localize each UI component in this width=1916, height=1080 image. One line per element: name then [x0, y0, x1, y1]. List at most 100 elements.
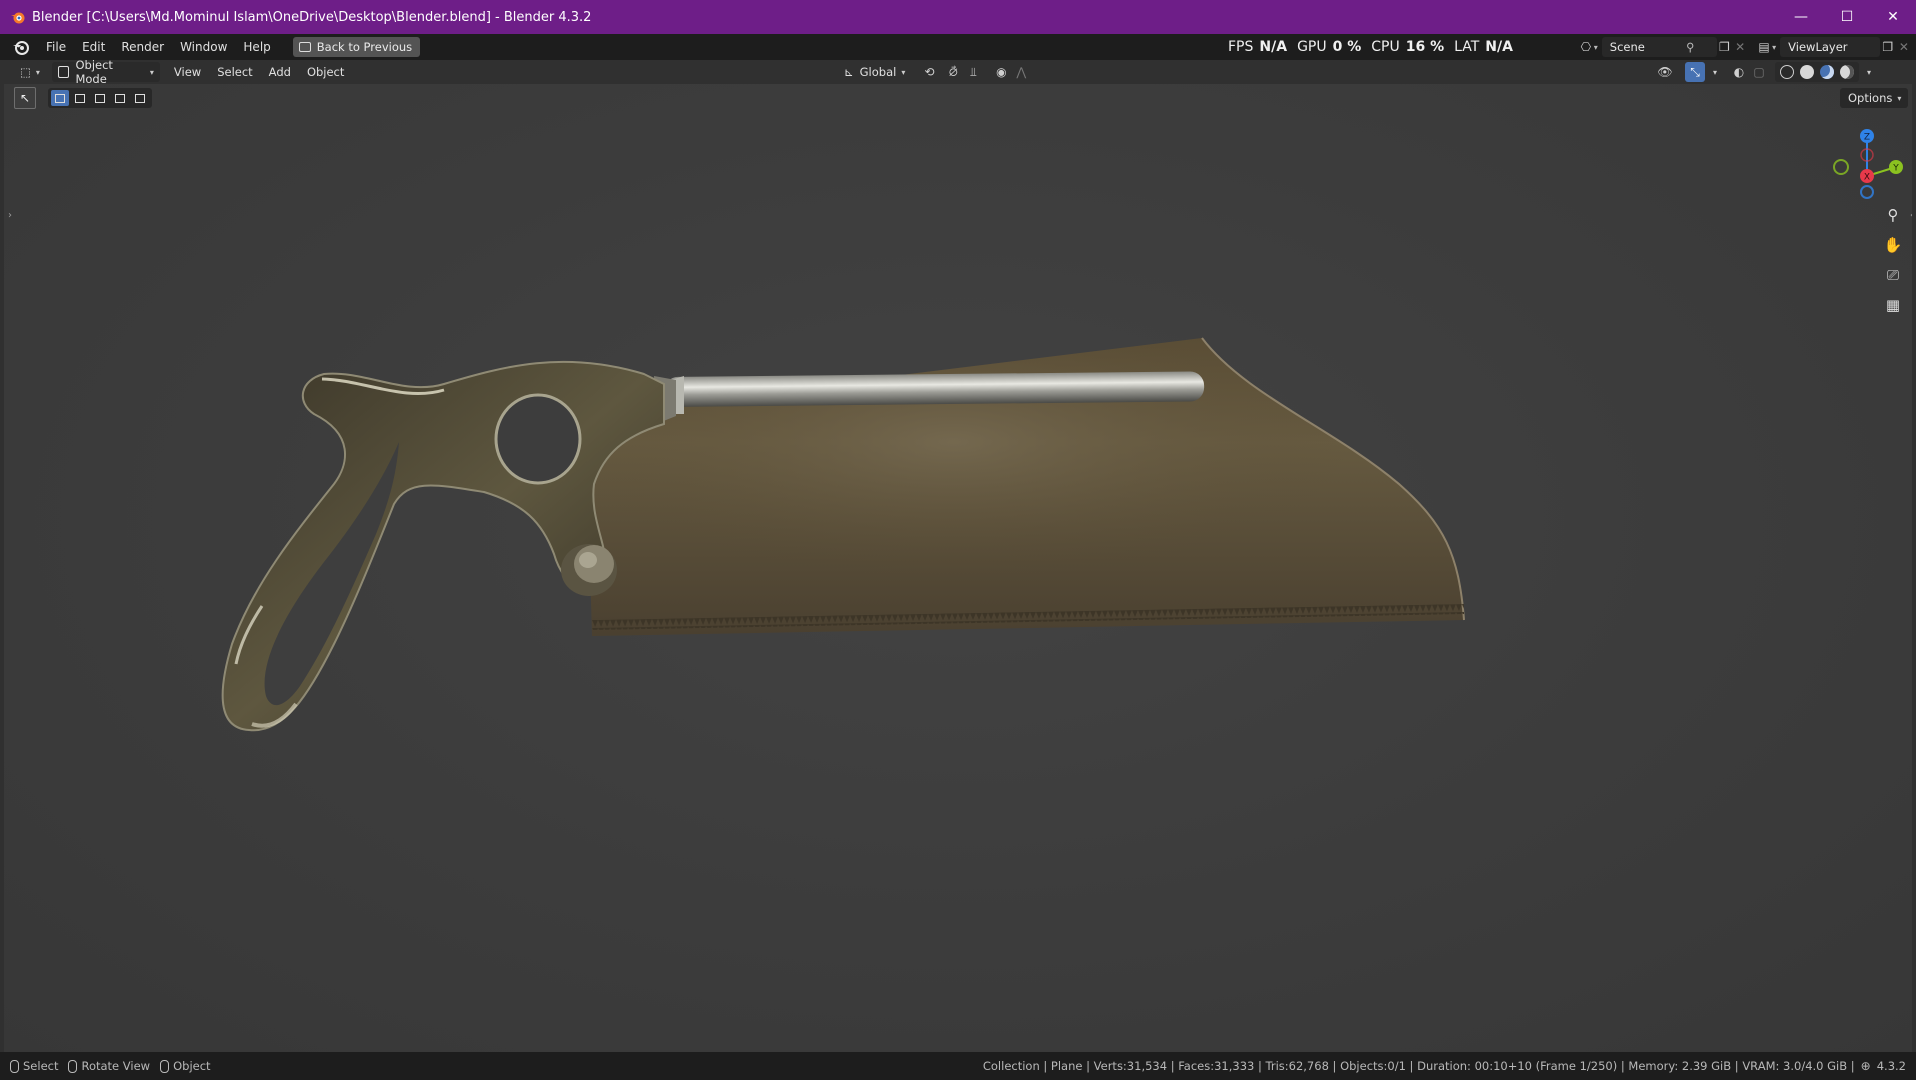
lat-label: LAT: [1454, 39, 1480, 55]
remove-view-layer-icon[interactable]: ✕: [1896, 38, 1912, 56]
falloff-icon[interactable]: ⋀: [1011, 62, 1031, 82]
menu-select[interactable]: Select: [211, 62, 258, 82]
blender-menu-icon[interactable]: [12, 38, 30, 56]
visibility-icon[interactable]: 👁: [1655, 62, 1675, 82]
wireframe-shading-icon[interactable]: [1780, 65, 1794, 79]
select-invert-icon[interactable]: [111, 90, 129, 106]
menu-window[interactable]: Window: [172, 34, 235, 60]
sidebar-expand-icon[interactable]: ‹: [1910, 210, 1912, 221]
back-to-previous-button[interactable]: Back to Previous: [292, 37, 421, 57]
shading-dropdown-icon[interactable]: ▾: [1859, 62, 1879, 82]
menu-edit[interactable]: Edit: [74, 34, 113, 60]
view-layer-selector: ▤ ▾ ViewLayer ❐ ✕: [1756, 37, 1912, 57]
window-titlebar: Blender [C:\Users\Md.Mominul Islam\OneDr…: [0, 0, 1916, 34]
minimize-button[interactable]: —: [1778, 0, 1824, 34]
toolbar-expand-icon[interactable]: ›: [8, 210, 12, 221]
select-intersect-icon[interactable]: [131, 90, 149, 106]
material-preview-icon[interactable]: [1820, 65, 1834, 79]
fps-label: FPS: [1228, 39, 1254, 55]
3d-viewport[interactable]: › ‹ Z Y X ⚲ ✋ ⎚ ▦: [4, 84, 1912, 1052]
editor-type-button[interactable]: ⬚ ▾: [14, 62, 46, 82]
zoom-icon[interactable]: ⚲: [1880, 202, 1906, 228]
editor-type-icon: ⬚: [20, 65, 31, 79]
status-rotate-view: Rotate View: [68, 1059, 150, 1073]
back-to-previous-label: Back to Previous: [316, 40, 413, 54]
view-layer-name: ViewLayer: [1788, 40, 1848, 54]
view-layer-dropdown-icon[interactable]: ▾: [1772, 43, 1776, 52]
xray-icon[interactable]: ▢: [1749, 62, 1769, 82]
selection-modes: [48, 88, 152, 108]
status-object-label: Object: [173, 1059, 211, 1073]
object-mode-icon: [57, 66, 70, 78]
gizmo-toggle-icon[interactable]: ⤡: [1685, 62, 1705, 82]
select-extend-icon[interactable]: [71, 90, 89, 106]
options-dropdown[interactable]: Options ▾: [1840, 88, 1908, 108]
menu-add[interactable]: Add: [263, 62, 297, 82]
menu-view[interactable]: View: [168, 62, 207, 82]
orientation-icon: ⊾: [844, 65, 854, 79]
solid-shading-icon[interactable]: [1800, 65, 1814, 79]
mouse-right-icon: [160, 1059, 170, 1073]
gpu-value: 0 %: [1332, 39, 1362, 55]
gpu-label: GPU: [1297, 39, 1327, 55]
fps-value: N/A: [1259, 39, 1288, 55]
lat-value: N/A: [1485, 39, 1513, 55]
remove-scene-icon[interactable]: ✕: [1732, 38, 1748, 56]
mouse-middle-icon: [68, 1059, 78, 1073]
status-rotate-label: Rotate View: [81, 1059, 151, 1073]
pin-icon[interactable]: ⚲: [1686, 40, 1694, 54]
overlays-icon[interactable]: ◐: [1729, 62, 1749, 82]
status-object: Object: [160, 1059, 211, 1073]
scene-name: Scene: [1609, 40, 1645, 54]
orientation-label: Global: [859, 65, 897, 79]
maximize-button[interactable]: ☐: [1824, 0, 1870, 34]
scene-dropdown-icon[interactable]: ▾: [1594, 43, 1598, 52]
scene-statistics: Collection | Plane | Verts:31,534 | Face…: [982, 1059, 1855, 1073]
scene-name-field[interactable]: Scene ⚲: [1601, 37, 1717, 57]
gizmo-dropdown-icon[interactable]: ▾: [1705, 62, 1725, 82]
tool-settings: ↖: [14, 87, 152, 109]
cpu-value: 16 %: [1405, 39, 1445, 55]
select-tool-icon[interactable]: ↖: [14, 87, 36, 109]
select-new-icon[interactable]: [51, 90, 69, 106]
status-select: Select: [10, 1059, 58, 1073]
blender-app-icon: [11, 12, 25, 24]
snap-icon[interactable]: ⦳: [943, 62, 963, 82]
gizmo-x-label: X: [1864, 173, 1870, 183]
camera-view-icon[interactable]: ⎚: [1880, 262, 1906, 288]
menu-render[interactable]: Render: [113, 34, 172, 60]
view-layer-name-field[interactable]: ViewLayer: [1780, 37, 1880, 57]
scene-selector: ⎔ ▾ Scene ⚲ ❐ ✕: [1578, 37, 1748, 57]
view-layer-icon[interactable]: ▤: [1756, 38, 1772, 56]
scene-icon[interactable]: ⎔: [1578, 38, 1594, 56]
menu-help[interactable]: Help: [235, 34, 278, 60]
status-bar: Select Rotate View Object Collection | P…: [0, 1052, 1916, 1080]
pivot-point-icon[interactable]: ⟲: [919, 62, 939, 82]
options-label: Options: [1848, 91, 1893, 105]
select-subtract-icon[interactable]: [91, 90, 109, 106]
new-scene-icon[interactable]: ❐: [1717, 38, 1733, 56]
cpu-label: CPU: [1371, 39, 1400, 55]
navigation-gizmo[interactable]: Z Y X: [1814, 120, 1904, 200]
proportional-editing-icon[interactable]: ◉: [991, 62, 1011, 82]
pan-hand-icon[interactable]: ✋: [1880, 232, 1906, 258]
menu-object[interactable]: Object: [301, 62, 350, 82]
shading-modes: [1775, 62, 1859, 82]
viewport-display-tools: 👁 ⤡ ▾ ◐ ▢ ▾: [1655, 62, 1879, 82]
ortho-grid-icon[interactable]: ▦: [1880, 292, 1906, 318]
object-mode-label: Object Mode: [75, 58, 113, 86]
window-title: Blender [C:\Users\Md.Mominul Islam\OneDr…: [32, 9, 592, 25]
bone-saw-model[interactable]: [4, 84, 1912, 1052]
new-view-layer-icon[interactable]: ❐: [1880, 38, 1896, 56]
version-label: 4.3.2: [1876, 1059, 1906, 1073]
mouse-left-icon: [10, 1059, 19, 1073]
rendered-shading-icon[interactable]: [1840, 65, 1854, 79]
transform-orientation-dropdown[interactable]: ⊾ Global ▾: [838, 62, 911, 82]
performance-stats: FPS N/A GPU 0 % CPU 16 % LAT N/A: [1228, 34, 1523, 60]
network-icon: ⊕: [1860, 1059, 1871, 1073]
menu-file[interactable]: File: [38, 34, 74, 60]
close-button[interactable]: ✕: [1870, 0, 1916, 34]
object-mode-dropdown[interactable]: Object Mode ▾: [51, 58, 160, 86]
snap-target-icon[interactable]: ⫫: [963, 62, 983, 82]
back-icon: [298, 42, 311, 52]
